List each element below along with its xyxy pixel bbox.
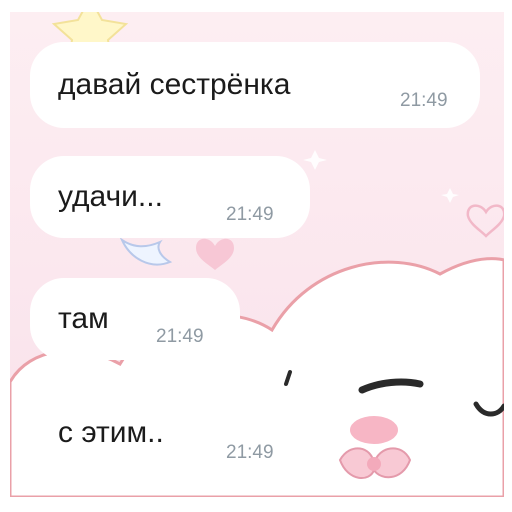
message-text: с этим.. [58,416,164,449]
heart-icon [196,238,234,270]
message-text: давай сестрёнка [58,68,291,101]
heart-icon [466,204,504,238]
message-bubble[interactable]: с этим.. 21:49 [30,392,300,474]
wing-icon [119,237,173,266]
message-timestamp: 21:49 [400,90,448,111]
message-bubble[interactable]: давай сестрёнка 21:49 [30,42,480,128]
message-timestamp: 21:49 [226,204,274,225]
message-text: удачи... [58,180,163,213]
message-bubble[interactable]: там 21:49 [30,278,240,360]
chat-view: давай сестрёнка 21:49 удачи... 21:49 там… [10,12,504,497]
message-timestamp: 21:49 [156,326,204,347]
message-text: там [58,302,109,335]
message-timestamp: 21:49 [226,442,274,463]
message-bubble[interactable]: удачи... 21:49 [30,156,310,238]
